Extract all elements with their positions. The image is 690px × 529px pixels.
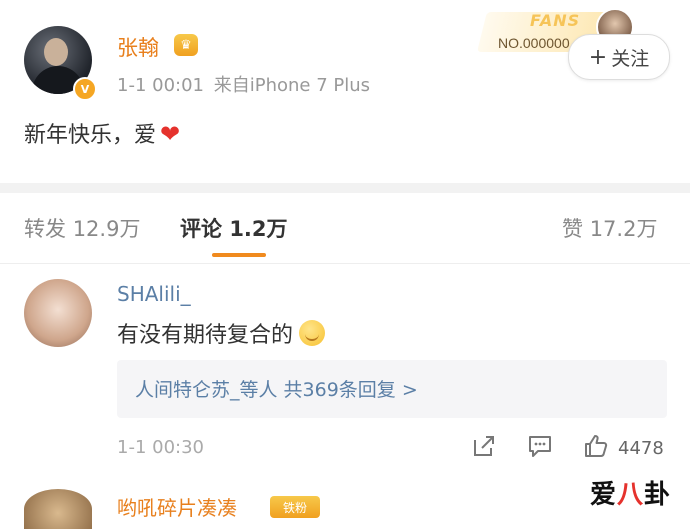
crown-badge-icon: ♛ [174,34,198,56]
site-watermark: 爱八卦 [590,474,671,511]
follow-button[interactable]: + 关注 [568,34,670,80]
author-name[interactable]: 张翰 [117,32,159,62]
comment-content: 有没有期待复合的 [117,317,326,349]
reply-summary-box[interactable]: 人间特仑苏_等人 共369条回复 > [117,360,667,418]
smile-emoji-icon [299,320,326,346]
avatar-face [44,38,68,66]
tab-likes-label: 赞 [562,217,583,241]
follow-label: 关注 [611,47,650,70]
tab-repost-label: 转发 [24,217,66,241]
commenter-name[interactable]: SHAlili_ [117,282,191,306]
post-meta: 1-1 00:01 来自iPhone 7 Plus [117,71,370,97]
fans-number: NO.000000 [498,35,570,51]
post-source-prefix: 来自 [213,75,250,96]
comment-icon[interactable] [526,432,554,460]
verified-badge-icon: V [73,77,97,101]
tab-comments-label: 评论 [180,217,222,241]
like-thumb-icon[interactable] [582,432,610,460]
post-text: 新年快乐，爱 [24,123,157,148]
reply-summary-link[interactable]: 人间特仑苏_等人 共369条回复 > [135,375,418,402]
tab-comments-count: 1.2万 [229,217,288,241]
post-content: 新年快乐，爱 ❤ [24,117,180,149]
comment-text: 有没有期待复合的 [117,323,294,348]
commenter-avatar[interactable] [24,279,92,347]
comment-item: SHAlili_ 有没有期待复合的 人间特仑苏_等人 共369条回复 > 1-1… [0,264,690,484]
tab-likes[interactable]: 赞 17.2万 [562,213,657,243]
active-tab-indicator [212,253,266,257]
watermark-left: 爱 [590,480,618,510]
post-source-device: iPhone 7 Plus [249,75,371,96]
tab-repost-count: 12.9万 [72,217,141,241]
fans-title: FANS [530,11,581,30]
fan-badge: 铁粉 [270,496,320,518]
comment-like-count: 4478 [618,438,664,459]
next-commenter-avatar[interactable] [24,489,92,529]
interaction-tabs: 转发 12.9万 评论 1.2万 赞 17.2万 [0,193,690,264]
plus-icon: + [588,44,608,70]
watermark-right: 卦 [644,480,672,510]
share-icon[interactable] [470,432,498,460]
weibo-post: V 张翰 ♛ 1-1 00:01 来自iPhone 7 Plus 新年快乐，爱 ❤… [0,0,690,183]
tab-repost[interactable]: 转发 12.9万 [24,213,140,243]
tab-comments[interactable]: 评论 1.2万 [180,213,288,243]
watermark-mid: 八 [617,480,645,510]
section-divider [0,183,690,193]
comment-timestamp: 1-1 00:30 [117,437,204,458]
tab-likes-count: 17.2万 [589,217,658,241]
heart-emoji-icon: ❤ [160,120,181,148]
post-timestamp: 1-1 00:01 [117,75,204,96]
